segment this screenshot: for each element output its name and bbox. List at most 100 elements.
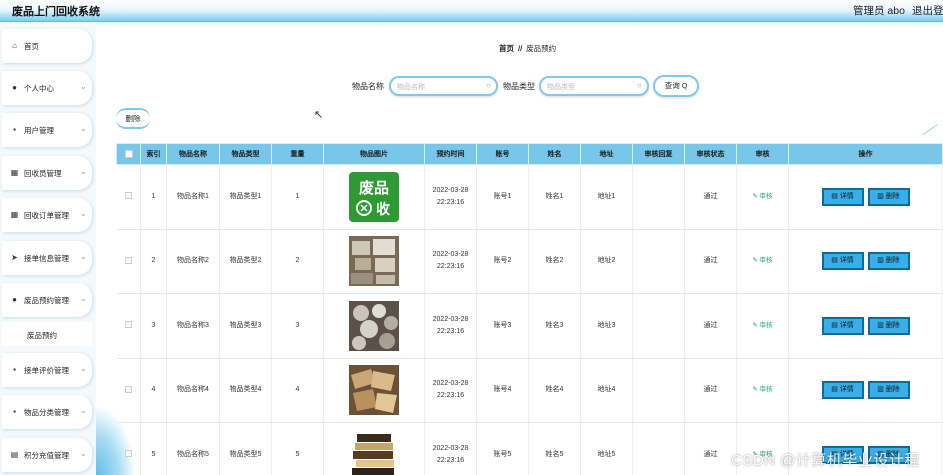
weight-cell: 4 (271, 358, 324, 423)
trash-icon: ▥ (877, 192, 884, 200)
table-icon: ▦ (10, 210, 19, 219)
row-select-cell[interactable] (116, 229, 141, 294)
reserve-time: 22:23:16 (436, 456, 465, 464)
reserve-time: 22:23:16 (436, 198, 465, 206)
index-cell: 3 (140, 293, 167, 359)
address-cell: 地址4 (580, 358, 633, 423)
breadcrumb: 首页 //废品预约 (499, 43, 556, 54)
item-type-input[interactable] (547, 81, 627, 93)
chevron-down-icon: ⌄ (80, 449, 87, 458)
audit-link-label: 审核 (759, 321, 773, 329)
sidebar-item[interactable]: ▦ 回收订单管理 ⌄ (2, 198, 92, 232)
item-type-cell: 物品类型4 (219, 358, 272, 423)
reserve-time: 22:23:16 (436, 392, 465, 400)
select-all-checkbox[interactable] (124, 150, 133, 158)
account-cell: 账号2 (476, 229, 529, 294)
detail-button[interactable]: ▤ 详情 (821, 316, 864, 335)
detail-icon: ▤ (831, 257, 838, 265)
audit-link[interactable]: ✎ 审核 (752, 322, 772, 329)
sidebar-item-label: 物品分类管理 (24, 408, 69, 417)
item-name-field[interactable]: ○ (389, 76, 498, 96)
column-header: 物品类型 (219, 143, 272, 165)
detail-button[interactable]: ▤ 详情 (821, 252, 864, 271)
sidebar-item-label: 首页 (24, 42, 39, 51)
person-name-cell: 姓名2 (528, 229, 581, 294)
grid-icon: ▪ (13, 125, 16, 134)
row-checkbox[interactable] (124, 192, 132, 200)
item-type-field[interactable]: ○ (539, 76, 649, 96)
delete-button[interactable]: ▥ 删除 (867, 316, 910, 335)
search-icon: ○ (637, 81, 642, 90)
item-name-cell: 物品名称4 (166, 358, 220, 423)
sidebar-item[interactable]: ⌂ 首页 (2, 29, 92, 63)
column-header: 索引 (140, 143, 167, 165)
item-image-cell (323, 229, 425, 294)
sidebar-item[interactable]: ▪ 物品分类管理 ⌄ (2, 395, 92, 429)
row-select-cell[interactable] (116, 293, 141, 359)
audit-cell: ✎ 审核 (736, 164, 789, 230)
send-icon: ➤ (11, 253, 18, 262)
sidebar-item-label: 回收订单管理 (24, 211, 69, 220)
audit-link[interactable]: ✎ 审核 (752, 386, 772, 393)
audit-link[interactable]: ✎ 审核 (752, 193, 772, 200)
sidebar-item[interactable]: ▪ 用户管理 ⌄ (2, 113, 92, 147)
sidebar-item-label: 废品预约管理 (24, 296, 69, 305)
trash-icon: ▥ (877, 386, 884, 394)
address-cell: 地址5 (580, 422, 633, 475)
row-checkbox[interactable] (124, 321, 132, 329)
row-select-cell[interactable] (116, 358, 141, 423)
sidebar-item[interactable]: ▤ 积分充值管理 ⌄ (2, 438, 92, 472)
audit-reply-cell (632, 422, 685, 475)
actions-cell: ▤ 详情 ▥ 删除 (788, 358, 943, 423)
item-type-label: 物品类型 (503, 82, 535, 91)
detail-button[interactable]: ▤ 详情 (821, 187, 864, 206)
audit-link[interactable]: ✎ 审核 (752, 257, 772, 264)
detail-button[interactable]: ▤ 详情 (821, 381, 864, 400)
item-name-cell: 物品名称2 (166, 229, 220, 294)
chevron-down-icon: ⌄ (80, 124, 87, 133)
person-name-cell: 姓名3 (528, 293, 581, 359)
sidebar-item[interactable]: ● 个人中心 ⌄ (2, 71, 92, 105)
delete-button[interactable]: ▥ 删除 (867, 381, 910, 400)
row-checkbox[interactable] (124, 385, 132, 393)
detail-button-label: 详情 (839, 321, 854, 329)
reserve-date: 2022-03-28 (432, 315, 469, 323)
detail-button-label: 详情 (839, 386, 854, 394)
sidebar-item[interactable]: 废品预约 (2, 322, 92, 346)
sidebar-item[interactable]: ● 废品预约管理 ⌄ (2, 283, 92, 317)
sidebar-item[interactable]: ▦ 回收员管理 ⌄ (2, 156, 92, 190)
sidebar-item[interactable]: ➤ 接单信息管理 ⌄ (2, 241, 92, 275)
select-all-header[interactable] (116, 143, 141, 165)
query-button[interactable]: 查询 Q (653, 75, 699, 97)
edit-icon: ✎ (752, 386, 758, 394)
breadcrumb-home[interactable]: 首页 (499, 44, 514, 53)
batch-delete-button[interactable]: 删除 (116, 108, 150, 129)
column-header: 账号 (476, 143, 529, 165)
row-checkbox[interactable] (124, 450, 132, 458)
edit-icon: ✎ (752, 321, 758, 329)
search-icon: ○ (486, 81, 491, 90)
column-header: 姓名 (528, 143, 581, 165)
item-type-cell: 物品类型1 (219, 164, 272, 230)
logout-link[interactable]: 退出登录 (912, 3, 943, 18)
delete-button[interactable]: ▥ 删除 (867, 187, 910, 206)
row-select-cell[interactable] (116, 422, 141, 475)
row-select-cell[interactable] (116, 164, 141, 230)
index-cell: 2 (140, 229, 167, 294)
sidebar-item[interactable]: ▪ 接单评价管理 ⌄ (2, 353, 92, 387)
item-type-cell: 物品类型2 (219, 229, 272, 294)
chevron-down-icon: ⌄ (80, 209, 87, 218)
trash-icon: ▥ (877, 257, 884, 265)
reservation-table: 索引 物品名称 物品类型 重量 物品图片 预约时间 账号 姓名 地址 审核回复 … (116, 143, 943, 475)
chevron-down-icon: ⌄ (80, 294, 87, 303)
item-name-cell: 物品名称1 (166, 164, 220, 230)
delete-button[interactable]: ▥ 删除 (867, 252, 910, 271)
column-header: 操作 (788, 143, 943, 165)
edit-icon: ✎ (752, 192, 758, 200)
item-image (349, 300, 399, 351)
chevron-down-icon: ⌄ (80, 167, 87, 176)
row-checkbox[interactable] (124, 256, 132, 264)
reserve-date: 2022-03-28 (432, 380, 469, 388)
column-header: 审核 (736, 143, 789, 165)
item-name-input[interactable] (397, 81, 477, 93)
